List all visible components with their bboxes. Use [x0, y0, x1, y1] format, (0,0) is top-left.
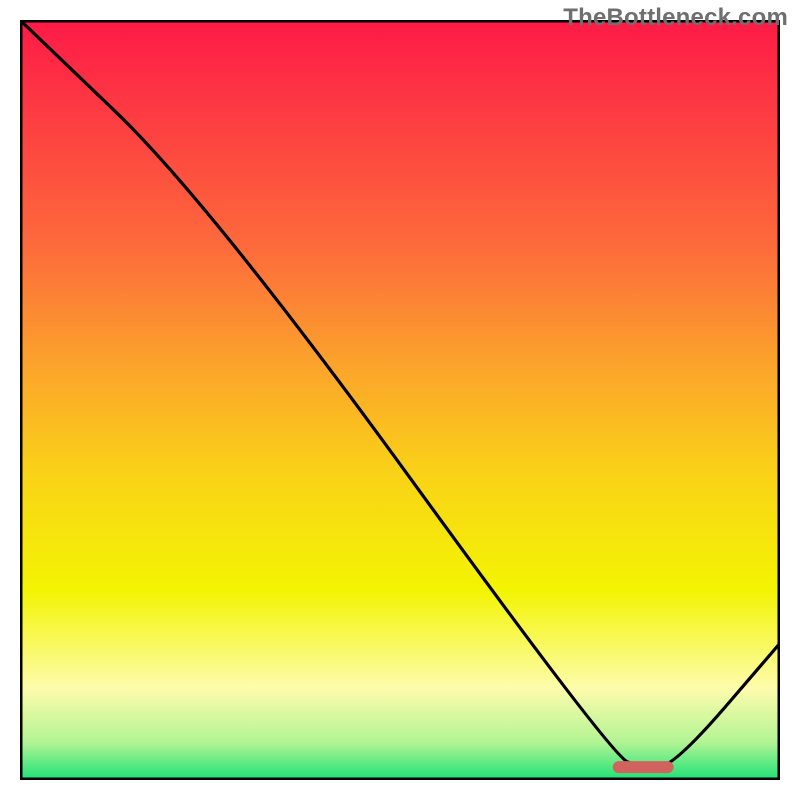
- optimal-range-marker: [613, 761, 674, 773]
- chart-svg: [20, 20, 780, 780]
- watermark-text: TheBottleneck.com: [563, 4, 788, 32]
- chart-background: [20, 20, 780, 780]
- bottleneck-chart: [20, 20, 780, 780]
